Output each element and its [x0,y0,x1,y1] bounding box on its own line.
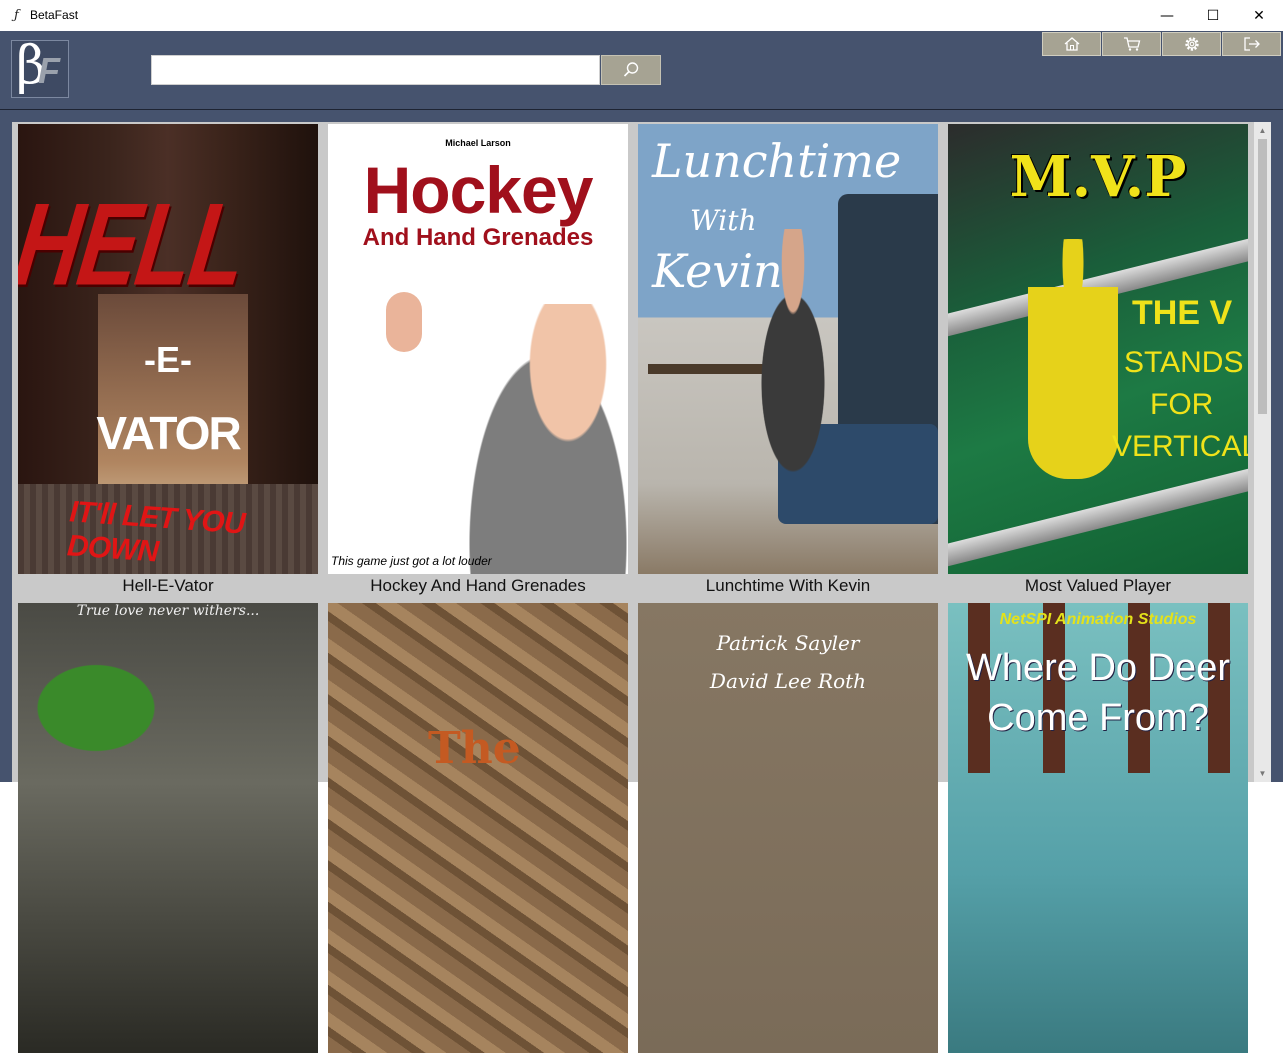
movie-caption: Lunchtime With Kevin [705,576,871,595]
movie-caption: Hell-E-Vator [122,576,214,595]
search-icon [623,62,639,77]
movie-poster[interactable]: Lunchtime With Kevin [638,124,938,574]
scrollbar-thumb[interactable] [1258,139,1267,414]
movie-caption: Hockey And Hand Grenades [370,576,586,595]
poster-tagline-line3: FOR [1150,388,1214,421]
movie-poster[interactable]: HELL -E- VATOR IT'll LET YOU DOWN [18,124,318,574]
poster-title-line2: With [690,204,757,237]
close-icon: ✕ [1253,7,1265,24]
movie-caption: Most Valued Player [1024,576,1172,595]
movie-poster[interactable]: The [328,603,628,1053]
window-title: BetaFast [30,8,79,22]
poster-title: M.V.P [1009,144,1187,210]
movie-poster[interactable]: Patrick Sayler David Lee Roth [638,603,938,1053]
poster-title-hell: HELL [18,180,253,311]
movie-poster[interactable]: M.V.P THE V STANDS FOR VERTICAL [948,124,1248,574]
close-button[interactable]: ✕ [1236,0,1282,31]
maximize-icon: ☐ [1206,7,1220,24]
logo-f: F [38,50,60,91]
poster-foosball-figure-art [1028,239,1118,479]
poster-title-vator: VATOR [96,407,241,459]
minimize-button[interactable]: — [1144,0,1190,31]
window-titlebar: ƒ BetaFast — ☐ ✕ [0,0,1283,32]
poster-person-art [448,304,628,574]
gear-icon [1184,37,1199,51]
poster-subtitle: And Hand Grenades [362,224,594,251]
home-button[interactable] [1042,32,1101,56]
poster-tagline-line1: THE V [1132,294,1233,332]
poster-rod-art [948,460,1248,570]
poster-tagline: True love never withers... [76,603,260,619]
poster-credit-1: Patrick Sayler [716,631,860,655]
poster-title: Where Do Deer Come From? [966,647,1230,739]
poster-grenade-hand-art [386,292,422,352]
betafast-logo: β F [11,37,69,98]
vertical-scrollbar[interactable]: ▲ ▼ [1254,122,1271,782]
poster-title: Hockey [363,153,594,227]
poster-tagline: This game just got a lot louder [331,554,492,568]
app-header: β F [0,31,1283,111]
scroll-up-icon[interactable]: ▲ [1254,122,1271,139]
poster-title: The [428,723,521,774]
minimize-icon: — [1160,7,1174,24]
poster-studio: NetSPI Animation Studios [999,611,1197,628]
cart-icon [1123,37,1140,51]
poster-credit-2: David Lee Roth [709,669,867,693]
movie-poster[interactable]: NetSPI Animation Studios Where Do Deer C… [948,603,1248,1053]
poster-title-line3: Kevin [652,244,783,298]
app-icon: ƒ [14,8,19,23]
maximize-button[interactable]: ☐ [1190,0,1236,31]
poster-title-line1: Lunchtime [652,134,902,188]
logout-button[interactable] [1222,32,1281,56]
scroll-down-icon[interactable]: ▼ [1254,765,1271,782]
search-button[interactable] [601,55,661,85]
settings-button[interactable] [1162,32,1221,56]
poster-plant-art [28,633,198,783]
movie-poster[interactable]: Michael Larson Hockey And Hand Grenades … [328,124,628,574]
poster-tagline-line4: VERTICAL [1112,430,1248,463]
cart-button[interactable] [1102,32,1161,56]
home-icon [1064,37,1079,51]
poster-author: Michael Larson [445,138,511,148]
search-input[interactable] [151,55,600,85]
poster-tagline-line2: STANDS [1124,346,1244,379]
movie-poster[interactable]: True love never withers... [18,603,318,1053]
poster-title-e: -E- [144,339,192,380]
logout-icon [1243,37,1260,51]
